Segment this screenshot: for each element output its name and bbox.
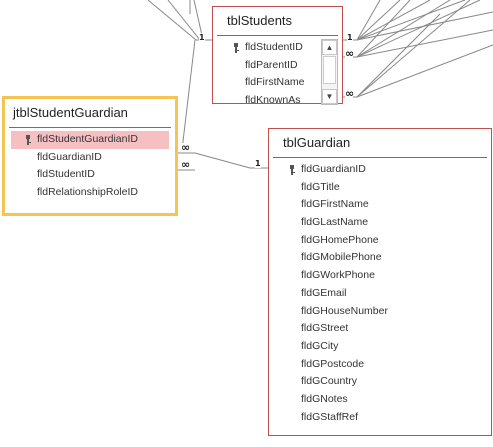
key-icon <box>234 43 239 53</box>
key-icon <box>290 165 295 175</box>
field-label: fldGEmail <box>301 286 347 299</box>
cardinality-one-marker: 1 <box>199 33 205 42</box>
field-label: fldGuardianID <box>301 163 366 175</box>
field-label: fldGLastName <box>301 216 369 229</box>
field-item[interactable]: fldGHomePhone <box>269 232 491 250</box>
field-label: fldRelationshipRoleID <box>37 186 138 199</box>
field-label: fldGuardianID <box>37 150 102 163</box>
field-item[interactable]: fldGPostcode <box>269 356 491 374</box>
field-label: fldGFirstName <box>301 198 369 211</box>
field-label: fldGHouseNumber <box>301 304 388 317</box>
cardinality-one-marker: 1 <box>347 33 353 42</box>
field-item[interactable]: fldGLastName <box>269 214 491 232</box>
field-label: fldGStaffRef <box>301 410 359 423</box>
field-list: fldGuardianID fldGTitle fldGFirstName fl… <box>269 161 491 426</box>
field-label: fldStudentGuardianID <box>37 133 138 145</box>
field-scrollbar[interactable]: ▲ ▼ <box>321 39 338 105</box>
field-item[interactable]: fldGMobilePhone <box>269 249 491 267</box>
field-item[interactable]: fldGCity <box>269 338 491 356</box>
table-title: tblGuardian <box>273 129 487 158</box>
field-label: fldGTitle <box>301 180 340 193</box>
chevron-up-icon[interactable]: ▲ <box>322 40 337 55</box>
field-label: fldStudentID <box>37 168 95 181</box>
field-item[interactable]: fldRelationshipRoleID <box>5 184 175 202</box>
field-item[interactable]: fldGNotes <box>269 391 491 409</box>
field-item[interactable]: fldGCountry <box>269 373 491 391</box>
cardinality-many-marker: ∞ <box>181 158 190 171</box>
field-item[interactable]: fldStudentGuardianID <box>11 131 169 149</box>
field-label: fldGCountry <box>301 375 358 388</box>
field-label: fldParentID <box>245 58 298 71</box>
field-list: fldStudentGuardianID fldGuardianID fldSt… <box>5 131 175 202</box>
scrollbar-thumb[interactable] <box>323 56 336 84</box>
field-label: fldKnownAs <box>245 94 301 107</box>
field-label: fldGHomePhone <box>301 233 379 246</box>
field-item[interactable]: fldGuardianID <box>5 149 175 167</box>
field-label: fldStudentID <box>245 41 303 53</box>
field-label: fldGCity <box>301 339 339 352</box>
table-student-guardian[interactable]: jtblStudentGuardian fldStudentGuardianID… <box>2 96 178 216</box>
field-item[interactable]: fldStudentID <box>5 166 175 184</box>
table-students[interactable]: tblStudents fldStudentID fldParentID fld… <box>212 6 343 107</box>
field-label: fldGWorkPhone <box>301 269 375 282</box>
field-item[interactable]: fldGTitle <box>269 179 491 197</box>
field-item[interactable]: fldGEmail <box>269 285 491 303</box>
chevron-down-icon[interactable]: ▼ <box>322 89 337 104</box>
cardinality-one-marker: 1 <box>255 159 261 168</box>
field-item[interactable]: fldGuardianID <box>269 161 491 179</box>
field-item[interactable]: fldGStreet <box>269 320 491 338</box>
field-label: fldGNotes <box>301 392 348 405</box>
cardinality-many-marker: ∞ <box>345 87 354 100</box>
field-item[interactable]: fldGStaffRef <box>269 409 491 427</box>
cardinality-many-marker: ∞ <box>345 47 354 60</box>
field-label: fldGMobilePhone <box>301 251 382 264</box>
field-item[interactable]: fldGWorkPhone <box>269 267 491 285</box>
field-item[interactable]: fldGFirstName <box>269 196 491 214</box>
table-title: jtblStudentGuardian <box>9 99 171 128</box>
table-title: tblStudents <box>217 7 338 36</box>
key-icon <box>26 135 31 145</box>
field-label: fldFirstName <box>245 76 305 89</box>
table-guardian[interactable]: tblGuardian fldGuardianID fldGTitle fldG… <box>268 128 492 436</box>
field-item[interactable]: fldGHouseNumber <box>269 303 491 321</box>
cardinality-many-marker: ∞ <box>181 141 190 154</box>
field-label: fldGStreet <box>301 322 349 335</box>
field-label: fldGPostcode <box>301 357 365 370</box>
